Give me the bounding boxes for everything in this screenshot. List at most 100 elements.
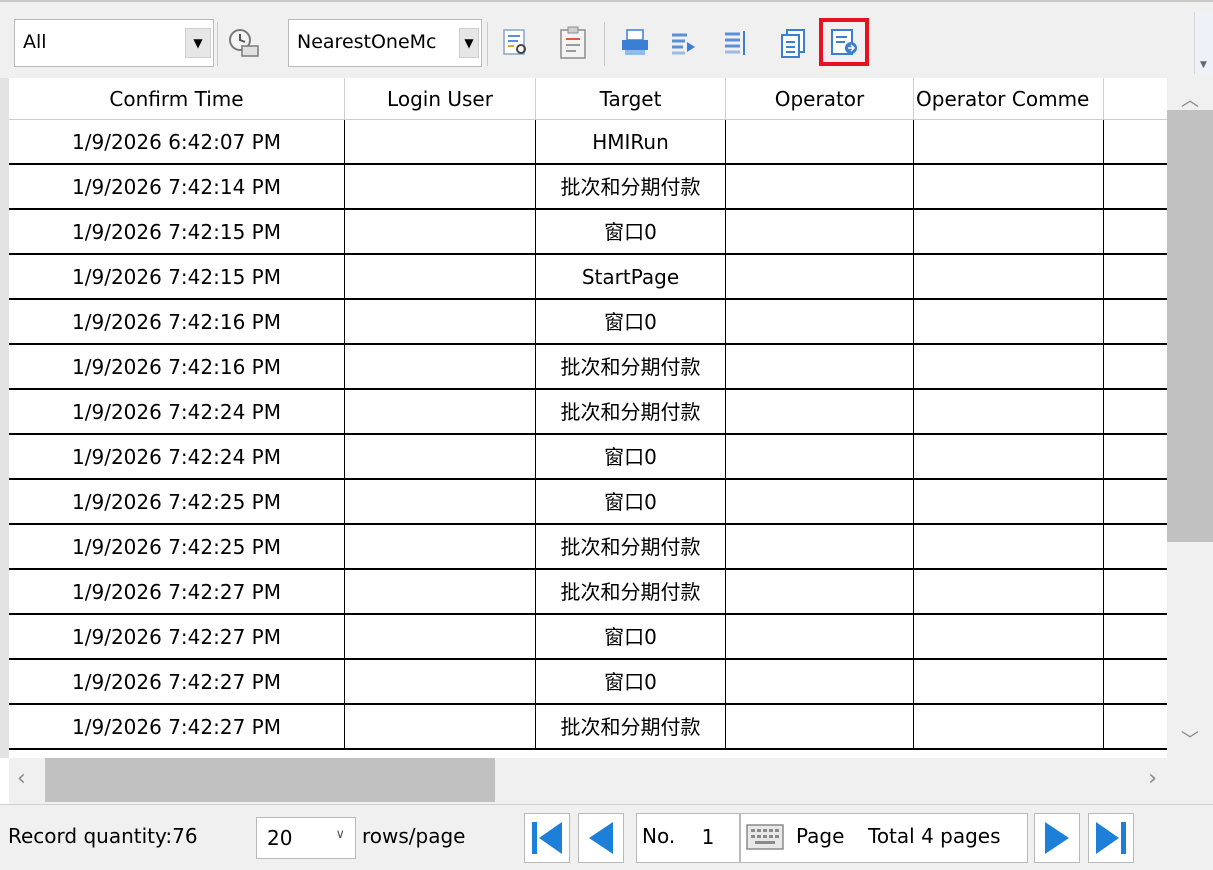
rows-per-page-select[interactable]: 20 ∨ [256, 817, 356, 859]
data-grid: Confirm Time Login User Target Operator … [0, 78, 1167, 758]
export-all-button[interactable] [819, 18, 869, 66]
rows-per-page-value: 20 [267, 826, 293, 850]
cell-operator [726, 345, 914, 390]
export-button[interactable] [660, 20, 706, 66]
cell-v [1104, 120, 1167, 165]
toolbar-overflow[interactable]: ▼ [1194, 12, 1213, 74]
keyboard-button[interactable] [741, 817, 789, 857]
chevron-down-icon: ▼ [1200, 60, 1207, 70]
table-row[interactable]: 1/9/2026 7:42:27 PM 批次和分期付款 [9, 705, 1167, 750]
first-page-button[interactable] [524, 813, 570, 863]
table-row[interactable]: 1/9/2026 6:42:07 PM HMIRun [9, 120, 1167, 165]
cell-v [1104, 615, 1167, 660]
cell-confirm-time: 1/9/2026 7:42:14 PM [9, 165, 345, 210]
cell-operator [726, 390, 914, 435]
cell-target: 批次和分期付款 [536, 570, 726, 615]
chevron-down-icon[interactable]: ▼ [185, 28, 211, 58]
cell-operator-comment [914, 255, 1104, 300]
table-row[interactable]: 1/9/2026 7:42:15 PM StartPage [9, 255, 1167, 300]
table-row[interactable]: 1/9/2026 7:42:14 PM 批次和分期付款 [9, 165, 1167, 210]
table-row[interactable]: 1/9/2026 7:42:25 PM 窗口0 [9, 480, 1167, 525]
keyboard-icon [746, 824, 784, 850]
cell-target: 窗口0 [536, 210, 726, 255]
chevron-down-icon[interactable]: ﹀ [1181, 726, 1199, 752]
table-row[interactable]: 1/9/2026 7:42:27 PM 窗口0 [9, 615, 1167, 660]
cell-login-user [345, 165, 536, 210]
toolbar-separator [217, 22, 218, 66]
cell-confirm-time: 1/9/2026 7:42:15 PM [9, 255, 345, 300]
horizontal-scrollbar[interactable]: ‹ › [9, 758, 1213, 804]
cell-operator-comment [914, 120, 1104, 165]
chevron-left-icon[interactable]: ‹ [17, 766, 26, 791]
cell-operator [726, 435, 914, 480]
export-list-icon [725, 31, 745, 55]
cell-target: 窗口0 [536, 435, 726, 480]
chevron-down-icon[interactable]: ▼ [459, 28, 479, 58]
cell-operator-comment [914, 165, 1104, 210]
cell-confirm-time: 1/9/2026 7:42:24 PM [9, 435, 345, 480]
cell-operator-comment [914, 210, 1104, 255]
vertical-scrollbar[interactable]: ︿ ﹀ [1167, 78, 1213, 758]
column-header-operator-comment[interactable]: Operator Comme [914, 78, 1104, 120]
mode-combobox[interactable]: NearestOneMc ▼ [288, 19, 482, 67]
horizontal-scroll-thumb[interactable] [45, 758, 495, 802]
cell-v [1104, 660, 1167, 705]
cell-v [1104, 300, 1167, 345]
copy-button[interactable] [770, 20, 816, 66]
cell-v [1104, 390, 1167, 435]
cell-login-user [345, 615, 536, 660]
cell-login-user [345, 705, 536, 750]
cell-operator [726, 570, 914, 615]
report-icon [560, 26, 586, 59]
time-range-button[interactable] [220, 20, 266, 66]
last-page-button[interactable] [1088, 813, 1134, 863]
cell-operator-comment [914, 480, 1104, 525]
cell-operator [726, 660, 914, 705]
table-row[interactable]: 1/9/2026 7:42:24 PM 窗口0 [9, 435, 1167, 480]
column-header-confirm-time[interactable]: Confirm Time [9, 78, 345, 120]
cell-operator-comment [914, 705, 1104, 750]
table-row[interactable]: 1/9/2026 7:42:27 PM 窗口0 [9, 660, 1167, 705]
previous-page-icon [589, 822, 613, 854]
cell-login-user [345, 435, 536, 480]
cell-operator-comment [914, 345, 1104, 390]
page-label: Page [796, 824, 845, 848]
pager-bar: Record quantity:76 20 ∨ rows/page No. 1 … [0, 804, 1213, 870]
record-quantity: Record quantity:76 [8, 824, 198, 848]
table-row[interactable]: 1/9/2026 7:42:16 PM 批次和分期付款 [9, 345, 1167, 390]
copy-icon [781, 29, 805, 58]
cell-confirm-time: 1/9/2026 7:42:24 PM [9, 390, 345, 435]
find-button[interactable] [492, 20, 538, 66]
chevron-right-icon[interactable]: › [1148, 766, 1157, 791]
column-header-v[interactable]: V [1104, 78, 1167, 120]
cell-confirm-time: 1/9/2026 7:42:15 PM [9, 210, 345, 255]
chevron-up-icon[interactable]: ︿ [1181, 86, 1199, 112]
cell-target: HMIRun [536, 120, 726, 165]
column-header-operator[interactable]: Operator [726, 78, 914, 120]
vertical-scroll-thumb[interactable] [1167, 110, 1213, 542]
table-row[interactable]: 1/9/2026 7:42:27 PM 批次和分期付款 [9, 570, 1167, 615]
previous-page-button[interactable] [578, 813, 624, 863]
cell-target: StartPage [536, 255, 726, 300]
cell-operator-comment [914, 525, 1104, 570]
cell-login-user [345, 390, 536, 435]
export-all-icon [831, 29, 857, 55]
table-row[interactable]: 1/9/2026 7:42:16 PM 窗口0 [9, 300, 1167, 345]
filter-combobox[interactable]: All ▼ [14, 19, 214, 67]
total-pages: Total 4 pages [868, 824, 1001, 848]
report-button[interactable] [550, 20, 596, 66]
next-page-button[interactable] [1034, 813, 1080, 863]
next-page-icon [1045, 822, 1069, 854]
print-button[interactable] [612, 20, 658, 66]
cell-operator-comment [914, 390, 1104, 435]
cell-v [1104, 435, 1167, 480]
cell-operator [726, 480, 914, 525]
table-row[interactable]: 1/9/2026 7:42:24 PM 批次和分期付款 [9, 390, 1167, 435]
table-row[interactable]: 1/9/2026 7:42:15 PM 窗口0 [9, 210, 1167, 255]
page-number-input[interactable]: 1 [688, 817, 728, 857]
export-list-button[interactable] [712, 20, 758, 66]
column-header-target[interactable]: Target [536, 78, 726, 120]
column-header-login-user[interactable]: Login User [345, 78, 536, 120]
cell-login-user [345, 120, 536, 165]
table-row[interactable]: 1/9/2026 7:42:25 PM 批次和分期付款 [9, 525, 1167, 570]
